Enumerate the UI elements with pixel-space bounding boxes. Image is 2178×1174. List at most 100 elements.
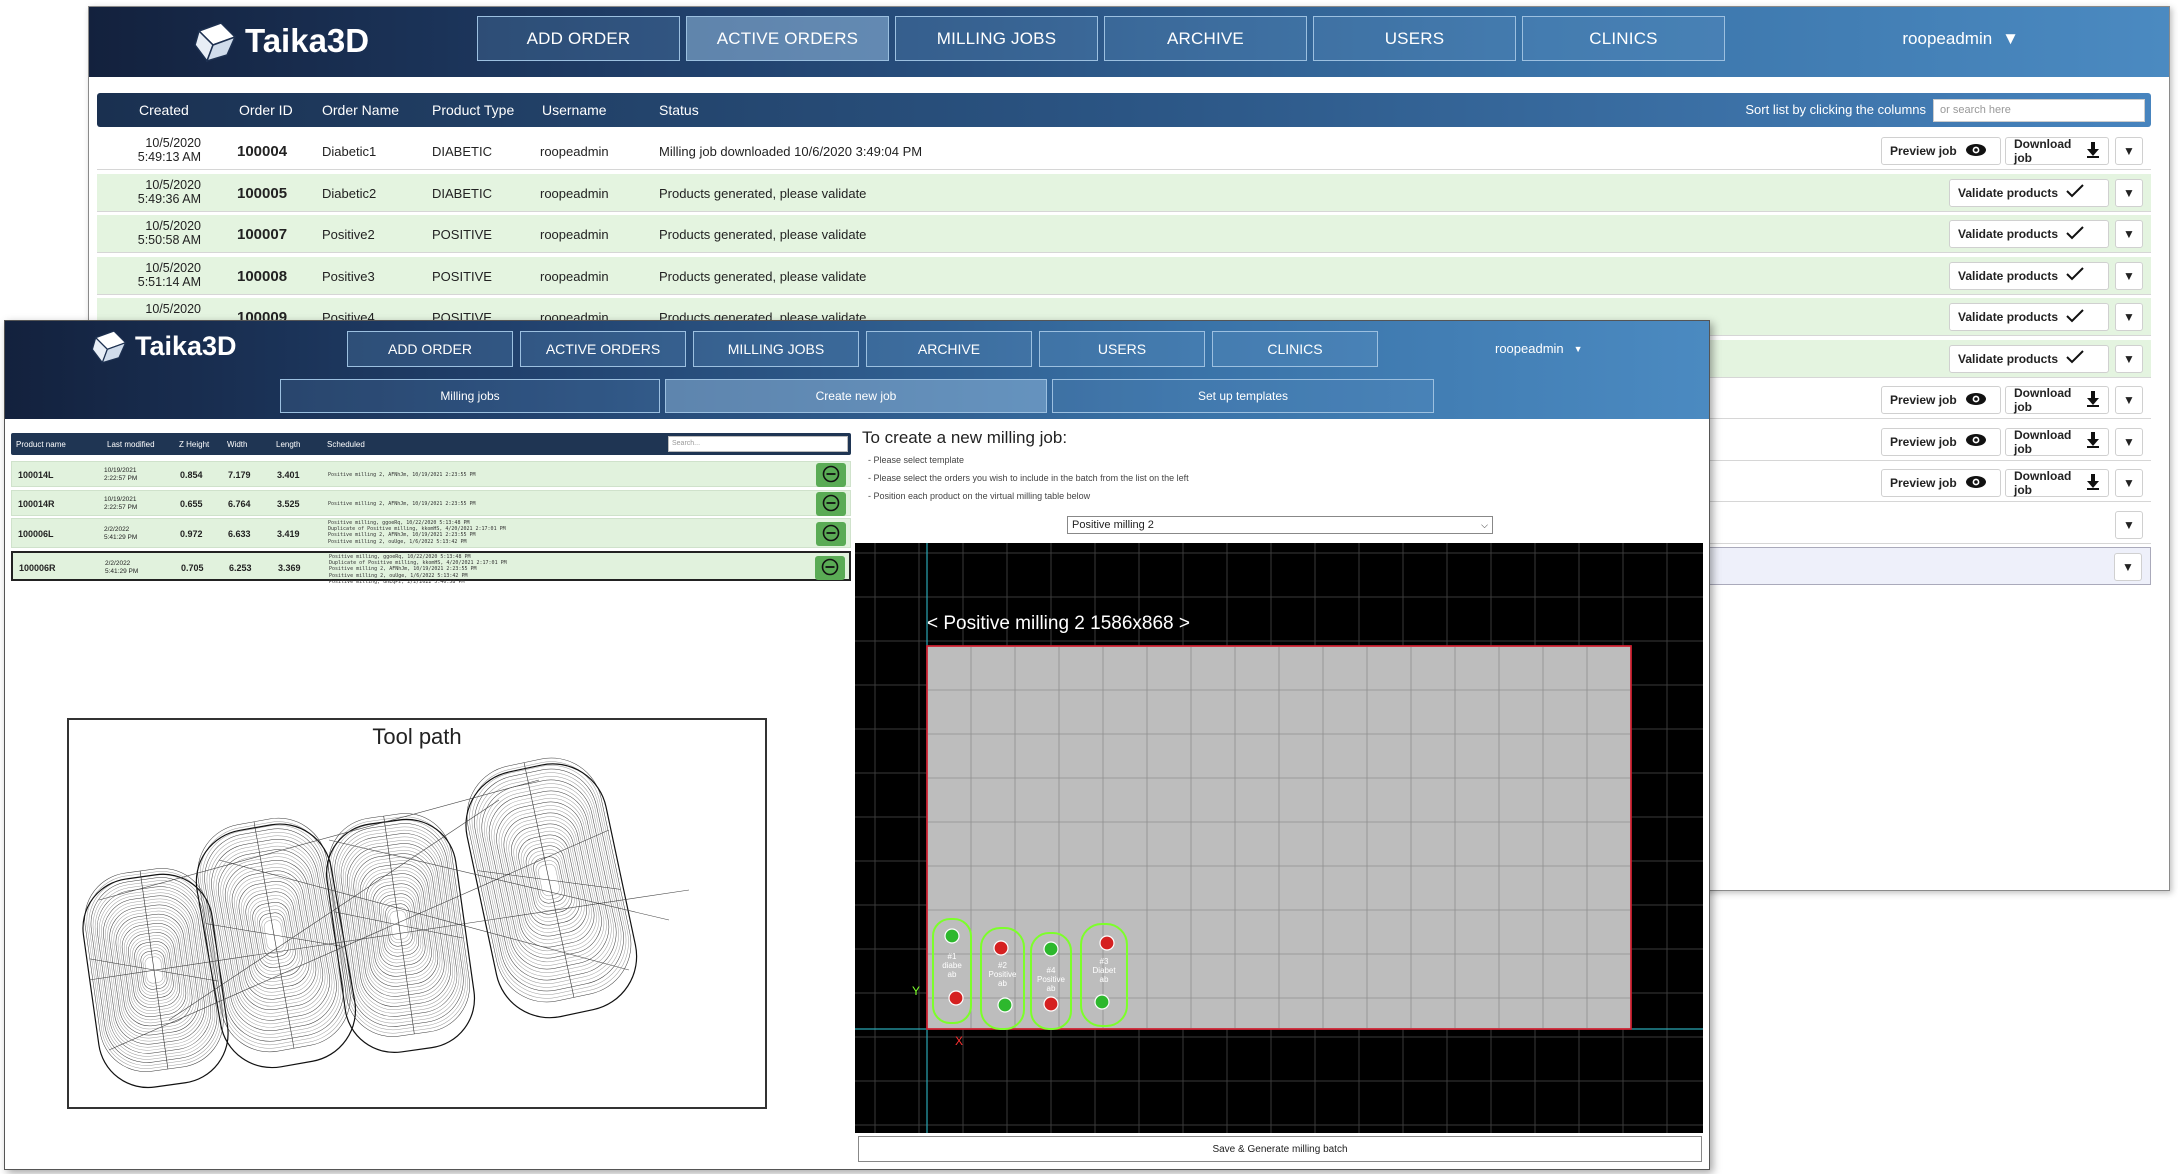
row-expand-button[interactable]: ▼ bbox=[2115, 469, 2143, 497]
user-menu[interactable]: roopeadmin ▼ bbox=[1902, 29, 2019, 49]
col-status[interactable]: Status bbox=[659, 102, 699, 118]
nav-milling-jobs[interactable]: MILLING JOBS bbox=[693, 331, 859, 367]
validate-products-button[interactable]: Validate products bbox=[1949, 344, 2109, 373]
width-value: 6.253 bbox=[229, 563, 252, 573]
milling-table-canvas[interactable]: < Positive milling 2 1586x868 > Y X #1diabe… bbox=[855, 543, 1703, 1133]
download-job-label: Download job bbox=[2014, 386, 2072, 414]
product-row[interactable]: 100006L 2/2/2022 5:41:29 PM 0.972 6.633 3.419… bbox=[11, 518, 851, 548]
product-name: 100006L bbox=[18, 529, 54, 539]
preview-job-button[interactable]: Preview job bbox=[1881, 386, 2001, 414]
download-job-button[interactable]: Download job bbox=[2005, 137, 2109, 165]
green-handle-dot[interactable] bbox=[1094, 994, 1110, 1010]
nav-clinics[interactable]: CLINICS bbox=[1522, 16, 1725, 61]
nav-users[interactable]: USERS bbox=[1039, 331, 1205, 367]
orders-search-input[interactable]: or search here bbox=[1933, 99, 2145, 122]
product-row[interactable]: 100014L 10/19/2021 2:22:57 PM 0.854 7.179 3.4… bbox=[11, 461, 851, 487]
remove-product-button[interactable] bbox=[815, 556, 845, 580]
row-expand-button[interactable]: ▼ bbox=[2115, 261, 2143, 290]
green-handle-dot[interactable] bbox=[997, 997, 1013, 1013]
remove-product-button[interactable] bbox=[816, 463, 846, 487]
user-menu[interactable]: roopeadmin ▼ bbox=[1495, 341, 1583, 356]
preview-job-button[interactable]: Preview job bbox=[1881, 469, 2001, 497]
col-order-name[interactable]: Order Name bbox=[322, 102, 399, 118]
remove-product-button[interactable] bbox=[816, 492, 846, 516]
subtab-set-up-templates[interactable]: Set up templates bbox=[1052, 379, 1434, 413]
order-row[interactable]: 10/5/2020 5:49:36 AM 100005 Diabetic2 DIABET… bbox=[97, 173, 2151, 212]
scheduled-entry: Positive milling, uHEqPz, 2/2/2022 5:40:… bbox=[329, 578, 465, 585]
green-handle-dot[interactable] bbox=[1043, 941, 1059, 957]
username-cell: roopeadmin bbox=[540, 185, 609, 201]
row-expand-button[interactable]: ▼ bbox=[2115, 344, 2143, 373]
order-row[interactable]: 10/5/2020 5:49:13 AM 100004 Diabetic1 DIABET… bbox=[97, 132, 2151, 170]
nav-users[interactable]: USERS bbox=[1313, 16, 1516, 61]
chevron-down-icon: ▼ bbox=[2123, 476, 2135, 490]
remove-product-button[interactable] bbox=[816, 522, 846, 546]
row-expand-button[interactable]: ▼ bbox=[2114, 553, 2142, 581]
scheduled-list: Positive milling 2, AFNhJm, 10/19/2021 2… bbox=[328, 501, 476, 507]
col-width[interactable]: Width bbox=[227, 440, 247, 449]
download-job-button[interactable]: Download job bbox=[2005, 469, 2109, 497]
red-handle-dot[interactable] bbox=[1043, 996, 1059, 1012]
subtab-create-new-job[interactable]: Create new job bbox=[665, 379, 1047, 413]
nav-milling-jobs[interactable]: MILLING JOBS bbox=[895, 16, 1098, 61]
logo-icon bbox=[91, 330, 127, 364]
product-row[interactable]: 100014R 10/19/2021 2:22:57 PM 0.655 6.764 3.5… bbox=[11, 490, 851, 516]
nav-active-orders[interactable]: ACTIVE ORDERS bbox=[686, 16, 889, 61]
col-username[interactable]: Username bbox=[542, 102, 607, 118]
col-created[interactable]: Created bbox=[139, 102, 189, 118]
nav-active-orders[interactable]: ACTIVE ORDERS bbox=[520, 331, 686, 367]
save-generate-button[interactable]: Save & Generate milling batch bbox=[858, 1136, 1702, 1162]
validate-products-button[interactable]: Validate products bbox=[1949, 261, 2109, 290]
length-value: 3.419 bbox=[277, 529, 300, 539]
created-cell: 10/5/2020 5:50:58 AM bbox=[117, 219, 201, 247]
nav-archive[interactable]: ARCHIVE bbox=[1104, 16, 1307, 61]
row-expand-button[interactable]: ▼ bbox=[2115, 178, 2143, 207]
red-handle-dot[interactable] bbox=[1099, 935, 1115, 951]
col-last-modified[interactable]: Last modified bbox=[107, 440, 155, 449]
col-z-height[interactable]: Z Height bbox=[179, 440, 209, 449]
nav-archive[interactable]: ARCHIVE bbox=[866, 331, 1032, 367]
virtual-milling-table[interactable]: < Positive milling 2 1586x868 > Y X #1 diabe… bbox=[855, 543, 1703, 1133]
row-expand-button[interactable]: ▼ bbox=[2115, 386, 2143, 414]
nav-clinics[interactable]: CLINICS bbox=[1212, 331, 1378, 367]
row-expand-button[interactable]: ▼ bbox=[2115, 303, 2143, 331]
nav-add-order[interactable]: ADD ORDER bbox=[477, 16, 680, 61]
preview-job-button[interactable]: Preview job bbox=[1881, 137, 2001, 165]
placed-product-label: Positive bbox=[1037, 975, 1066, 984]
row-expand-button[interactable]: ▼ bbox=[2115, 510, 2143, 539]
red-handle-dot[interactable] bbox=[948, 990, 964, 1006]
subtab-milling-jobs[interactable]: Milling jobs bbox=[280, 379, 660, 413]
row-expand-button[interactable]: ▼ bbox=[2115, 220, 2143, 248]
order-row[interactable]: 10/5/2020 5:50:58 AM 100007 Positive2 POSITI… bbox=[97, 215, 2151, 253]
download-icon bbox=[2086, 432, 2100, 451]
col-product-name[interactable]: Product name bbox=[16, 440, 66, 449]
length-value: 3.525 bbox=[277, 499, 300, 509]
green-handle-dot[interactable] bbox=[944, 928, 960, 944]
created-time: 5:49:36 AM bbox=[137, 191, 201, 206]
col-product-type[interactable]: Product Type bbox=[432, 102, 514, 118]
eye-icon bbox=[1965, 143, 1987, 160]
taika3d-logo[interactable]: Taika3D bbox=[89, 326, 237, 366]
created-date: 10/5/2020 bbox=[145, 177, 201, 192]
download-job-button[interactable]: Download job bbox=[2005, 386, 2109, 414]
taika3d-logo[interactable]: Taika3D bbox=[191, 17, 369, 65]
download-job-button[interactable]: Download job bbox=[2005, 427, 2109, 456]
product-search-input[interactable]: Search... bbox=[668, 436, 848, 452]
row-expand-button[interactable]: ▼ bbox=[2115, 137, 2143, 165]
col-order-id[interactable]: Order ID bbox=[239, 102, 293, 118]
row-expand-button[interactable]: ▼ bbox=[2115, 427, 2143, 456]
col-scheduled[interactable]: Scheduled bbox=[327, 440, 365, 449]
preview-job-button[interactable]: Preview job bbox=[1881, 427, 2001, 456]
validate-products-button[interactable]: Validate products bbox=[1949, 178, 2109, 207]
created-date: 10/5/2020 bbox=[145, 260, 201, 275]
chevron-down-icon: ▼ bbox=[2123, 517, 2135, 532]
red-handle-dot[interactable] bbox=[993, 940, 1009, 956]
template-select[interactable]: Positive milling 2 ⌵ bbox=[1067, 516, 1493, 534]
validate-products-button[interactable]: Validate products bbox=[1949, 220, 2109, 248]
last-modified-cell: 10/19/2021 2:22:57 PM bbox=[104, 496, 137, 512]
col-length[interactable]: Length bbox=[276, 440, 300, 449]
validate-products-button[interactable]: Validate products bbox=[1949, 303, 2109, 331]
order-row[interactable]: 10/5/2020 5:51:14 AM 100008 Positive3 POSITI… bbox=[97, 256, 2151, 295]
product-row[interactable]: 100006R 2/2/2022 5:41:29 PM 0.705 6.253 3.369… bbox=[11, 551, 851, 585]
nav-add-order[interactable]: ADD ORDER bbox=[347, 331, 513, 367]
